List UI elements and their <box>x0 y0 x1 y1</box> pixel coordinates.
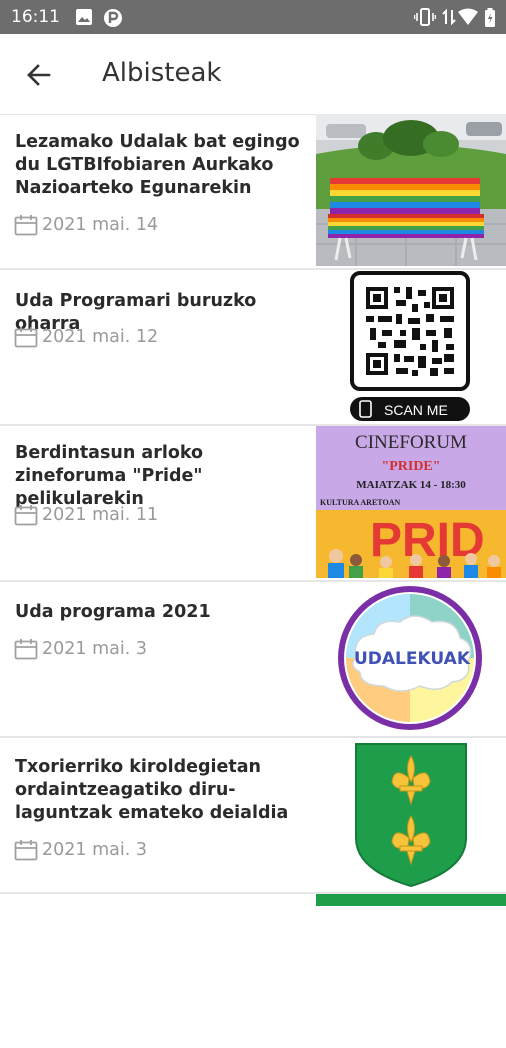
news-thumbnail-partial <box>316 894 506 906</box>
scan-me-label: SCAN ME <box>384 402 448 418</box>
back-button[interactable] <box>18 54 60 96</box>
news-title: Txorierriko kiroldegietan ordaintzeagati… <box>15 757 289 823</box>
battery-icon <box>484 8 496 33</box>
qr-code-icon: SCAN ME <box>316 270 506 422</box>
calendar-icon <box>14 327 38 348</box>
poster-heading: CINEFORUM <box>355 432 467 453</box>
news-item-lgtbifobia[interactable]: Lezamako Udalak bat egingo du LGTBIfobia… <box>0 114 506 270</box>
news-item-partial[interactable] <box>0 894 506 1048</box>
news-list: Lezamako Udalak bat egingo du LGTBIfobia… <box>0 114 506 1048</box>
news-item-uda-programa-oharra[interactable]: Uda Programari buruzko oharra 2021 mai. … <box>0 270 506 426</box>
parking-app-notification-icon <box>103 8 123 33</box>
poster-venue: KULTURA ARETOAN <box>320 498 400 507</box>
news-thumbnail-qr-code: SCAN ME <box>316 270 506 422</box>
udalekuak-label: UDALEKUAK <box>354 649 471 669</box>
news-thumbnail-coat-of-arms <box>316 738 506 890</box>
news-thumbnail-udalekuak-logo: UDALEKUAK <box>316 582 506 734</box>
poster-date: MAIATZAK 14 - 18:30 <box>356 479 466 491</box>
news-item-zineforum-pride[interactable]: Berdintasun arloko zineforuma "Pride" pe… <box>0 426 506 582</box>
news-date: 2021 mai. 3 <box>14 637 147 661</box>
image-notification-icon <box>75 8 93 31</box>
news-title: Lezamako Udalak bat egingo du LGTBIfobia… <box>15 132 300 198</box>
calendar-icon <box>14 215 38 236</box>
page-title: Albisteak <box>102 58 222 88</box>
status-bar: 16:11 <box>0 0 506 34</box>
status-time: 16:11 <box>11 7 60 27</box>
calendar-icon <box>14 639 38 660</box>
news-thumbnail-cineforum-poster: CINEFORUM "PRIDE" MAIATZAK 14 - 18:30 KU… <box>316 426 506 578</box>
app-bar: Albisteak <box>0 34 506 115</box>
wifi-icon <box>458 8 478 31</box>
calendar-icon <box>14 505 38 526</box>
news-date: 2021 mai. 12 <box>14 325 158 349</box>
vibrate-icon <box>413 8 437 31</box>
news-thumbnail-rainbow-bench <box>316 114 506 266</box>
poster-film-title: "PRIDE" <box>381 459 440 474</box>
arrow-left-icon <box>27 64 51 86</box>
news-title: Uda programa 2021 <box>15 602 211 622</box>
news-item-kiroldegi-diru-laguntzak[interactable]: Txorierriko kiroldegietan ordaintzeagati… <box>0 738 506 894</box>
news-item-uda-programa-2021[interactable]: Uda programa 2021 2021 mai. 3 UDALEKUAK <box>0 582 506 738</box>
news-date: 2021 mai. 3 <box>14 838 147 862</box>
data-transfer-icon <box>442 8 456 31</box>
coat-of-arms-icon <box>316 738 506 890</box>
news-date: 2021 mai. 14 <box>14 213 158 237</box>
news-date: 2021 mai. 11 <box>14 503 158 527</box>
news-title: Berdintasun arloko zineforuma "Pride" pe… <box>15 443 204 509</box>
calendar-icon <box>14 840 38 861</box>
